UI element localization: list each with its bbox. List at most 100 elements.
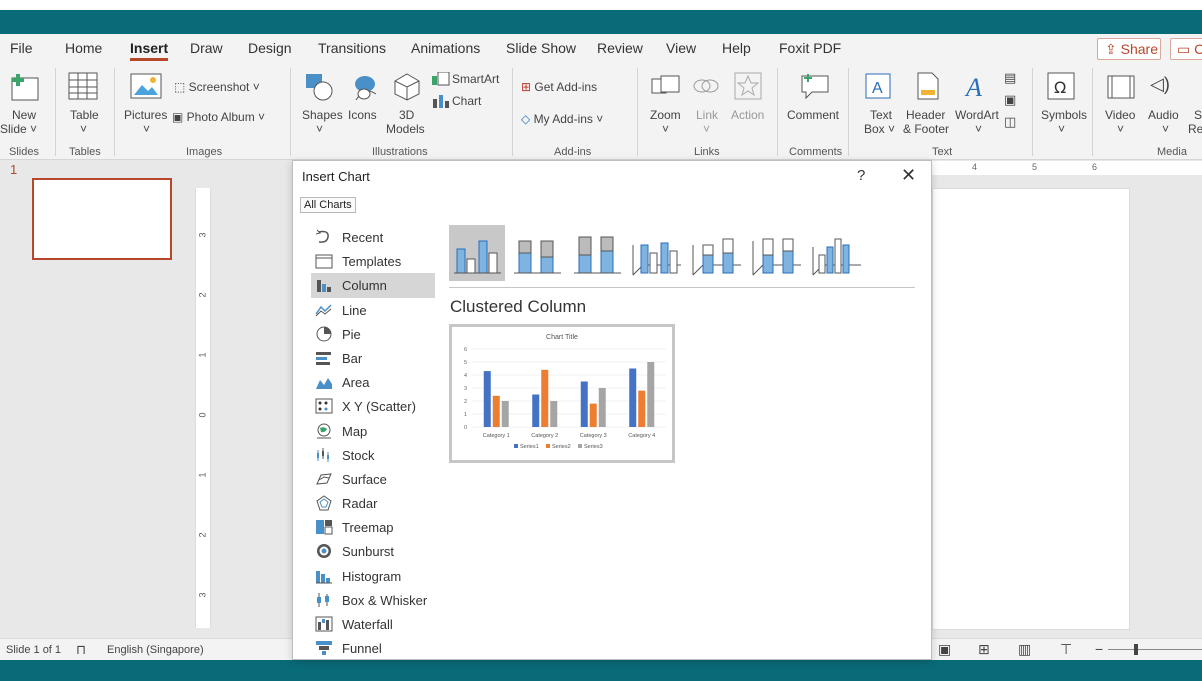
slide-number-icon[interactable]: ▣	[1004, 92, 1016, 108]
pictures-label[interactable]: Pictures	[124, 108, 167, 122]
my-addins-button[interactable]: ◇ My Add-ins ˅	[521, 112, 603, 126]
comment-label[interactable]: Comment	[787, 108, 839, 122]
tab-home[interactable]: Home	[65, 40, 102, 56]
category-recent[interactable]: Recent	[311, 225, 435, 249]
category-radar[interactable]: Radar	[311, 491, 435, 515]
zoom-out-icon[interactable]: −	[1095, 641, 1103, 657]
subtype-clustered-column[interactable]	[449, 225, 505, 281]
new-slide-dropdown[interactable]: Slide ˅	[0, 122, 37, 136]
screen-recording-label[interactable]: S	[1194, 108, 1202, 122]
tab-view[interactable]: View	[666, 40, 696, 56]
header-footer-icon[interactable]	[916, 72, 940, 100]
action-label[interactable]: Action	[731, 108, 764, 122]
subtype-3d-clustered-column[interactable]	[629, 225, 685, 281]
icons-label[interactable]: Icons	[348, 108, 377, 122]
tab-foxit-pdf[interactable]: Foxit PDF	[779, 40, 841, 56]
category-xy-scatter[interactable]: X Y (Scatter)	[311, 394, 435, 418]
audio-dropdown-icon[interactable]: ˅	[1162, 122, 1169, 136]
category-stock[interactable]: Stock	[311, 443, 435, 467]
new-slide-icon[interactable]	[10, 72, 42, 102]
get-addins-button[interactable]: ⊞ Get Add-ins	[521, 80, 597, 94]
comments-button[interactable]: ▭ C	[1170, 38, 1202, 60]
wordart-icon[interactable]: A	[964, 72, 992, 100]
category-templates[interactable]: Templates	[311, 249, 435, 273]
text-box-dropdown[interactable]: Box ˅	[864, 122, 895, 136]
slideshow-icon[interactable]: ⊤	[1060, 641, 1072, 658]
3d-models-label-2[interactable]: Models	[386, 122, 425, 136]
video-icon[interactable]	[1106, 74, 1136, 100]
category-surface[interactable]: Surface	[311, 467, 435, 491]
tab-insert[interactable]: Insert	[130, 40, 169, 61]
wordart-label[interactable]: WordArt	[955, 108, 999, 122]
category-treemap[interactable]: Treemap	[311, 515, 435, 539]
zoom-slider[interactable]	[1108, 649, 1202, 650]
close-button[interactable]: ✕	[901, 165, 916, 186]
notes-book-icon[interactable]: ⊓	[76, 642, 86, 658]
header-footer-label-2[interactable]: & Footer	[903, 122, 949, 136]
tab-design[interactable]: Design	[248, 40, 292, 56]
tab-help[interactable]: Help	[722, 40, 751, 56]
slide-thumbnail[interactable]	[32, 178, 172, 260]
video-dropdown-icon[interactable]: ˅	[1117, 122, 1124, 136]
category-sunburst[interactable]: Sunburst	[311, 539, 435, 563]
date-time-icon[interactable]: ▤	[1004, 70, 1016, 86]
language-indicator[interactable]: English (Singapore)	[107, 644, 204, 656]
category-column[interactable]: Column	[311, 273, 435, 298]
text-box-label[interactable]: Text	[870, 108, 892, 122]
subtype-100-stacked-column[interactable]	[569, 225, 625, 281]
video-label[interactable]: Video	[1105, 108, 1135, 122]
symbols-label[interactable]: Symbols	[1041, 108, 1087, 122]
photo-album-button[interactable]: ▣ Photo Album ˅	[172, 110, 265, 124]
3d-models-label[interactable]: 3D	[399, 108, 414, 122]
subtype-stacked-column[interactable]	[509, 225, 565, 281]
action-icon[interactable]	[734, 72, 762, 100]
tab-draw[interactable]: Draw	[190, 40, 223, 56]
reading-view-icon[interactable]: ▥	[1018, 641, 1031, 658]
category-area[interactable]: Area	[311, 370, 435, 394]
symbols-dropdown-icon[interactable]: ˅	[1058, 122, 1065, 136]
link-dropdown-icon[interactable]: ˅	[703, 122, 710, 136]
category-bar[interactable]: Bar	[311, 346, 435, 370]
shapes-dropdown-icon[interactable]: ˅	[316, 122, 323, 136]
icons-icon[interactable]	[350, 72, 380, 102]
3d-models-icon[interactable]	[392, 72, 422, 102]
zoom-slider-thumb[interactable]	[1134, 644, 1138, 655]
slide-canvas[interactable]	[932, 188, 1130, 630]
smartart-label[interactable]: SmartArt	[452, 72, 499, 86]
slide-sorter-icon[interactable]: ⊞	[978, 641, 990, 658]
shapes-icon[interactable]	[304, 72, 336, 102]
header-footer-label[interactable]: Header	[906, 108, 945, 122]
zoom-icon[interactable]	[650, 72, 682, 100]
table-dropdown-icon[interactable]: ˅	[80, 122, 87, 136]
link-label[interactable]: Link	[696, 108, 718, 122]
wordart-dropdown-icon[interactable]: ˅	[975, 122, 982, 136]
pictures-dropdown-icon[interactable]: ˅	[143, 122, 150, 136]
shapes-label[interactable]: Shapes	[302, 108, 343, 122]
chart-label[interactable]: Chart	[452, 94, 481, 108]
subtype-3d-100-stacked-column[interactable]	[749, 225, 805, 281]
tab-all-charts[interactable]: All Charts	[300, 197, 356, 213]
screenshot-button[interactable]: ⬚ Screenshot ˅	[174, 80, 260, 94]
object-icon[interactable]: ◫	[1004, 114, 1016, 130]
tab-review[interactable]: Review	[597, 40, 643, 56]
category-pie[interactable]: Pie	[311, 322, 435, 346]
tab-slide-show[interactable]: Slide Show	[506, 40, 576, 56]
category-funnel[interactable]: Funnel	[311, 636, 435, 660]
new-slide-label[interactable]: New	[12, 108, 36, 122]
tab-transitions[interactable]: Transitions	[318, 40, 386, 56]
table-label[interactable]: Table	[70, 108, 99, 122]
tab-file[interactable]: File	[10, 40, 33, 56]
category-map[interactable]: Map	[311, 419, 435, 443]
category-histogram[interactable]: Histogram	[311, 564, 435, 588]
category-box-whisker[interactable]: Box & Whisker	[311, 588, 435, 612]
zoom-dropdown-icon[interactable]: ˅	[662, 122, 669, 136]
share-button[interactable]: ⇪ Share	[1097, 38, 1161, 60]
text-box-icon[interactable]: A	[864, 72, 894, 100]
pictures-icon[interactable]	[130, 72, 162, 100]
category-waterfall[interactable]: Waterfall	[311, 612, 435, 636]
symbols-icon[interactable]: Ω	[1047, 72, 1075, 100]
subtype-3d-column[interactable]	[809, 225, 865, 281]
zoom-label[interactable]: Zoom	[650, 108, 681, 122]
chart-preview[interactable]: Chart Title 0 1 2 3 4 5 6 Category 1 Category 2 Ca…	[449, 324, 675, 463]
link-icon[interactable]	[692, 74, 720, 98]
